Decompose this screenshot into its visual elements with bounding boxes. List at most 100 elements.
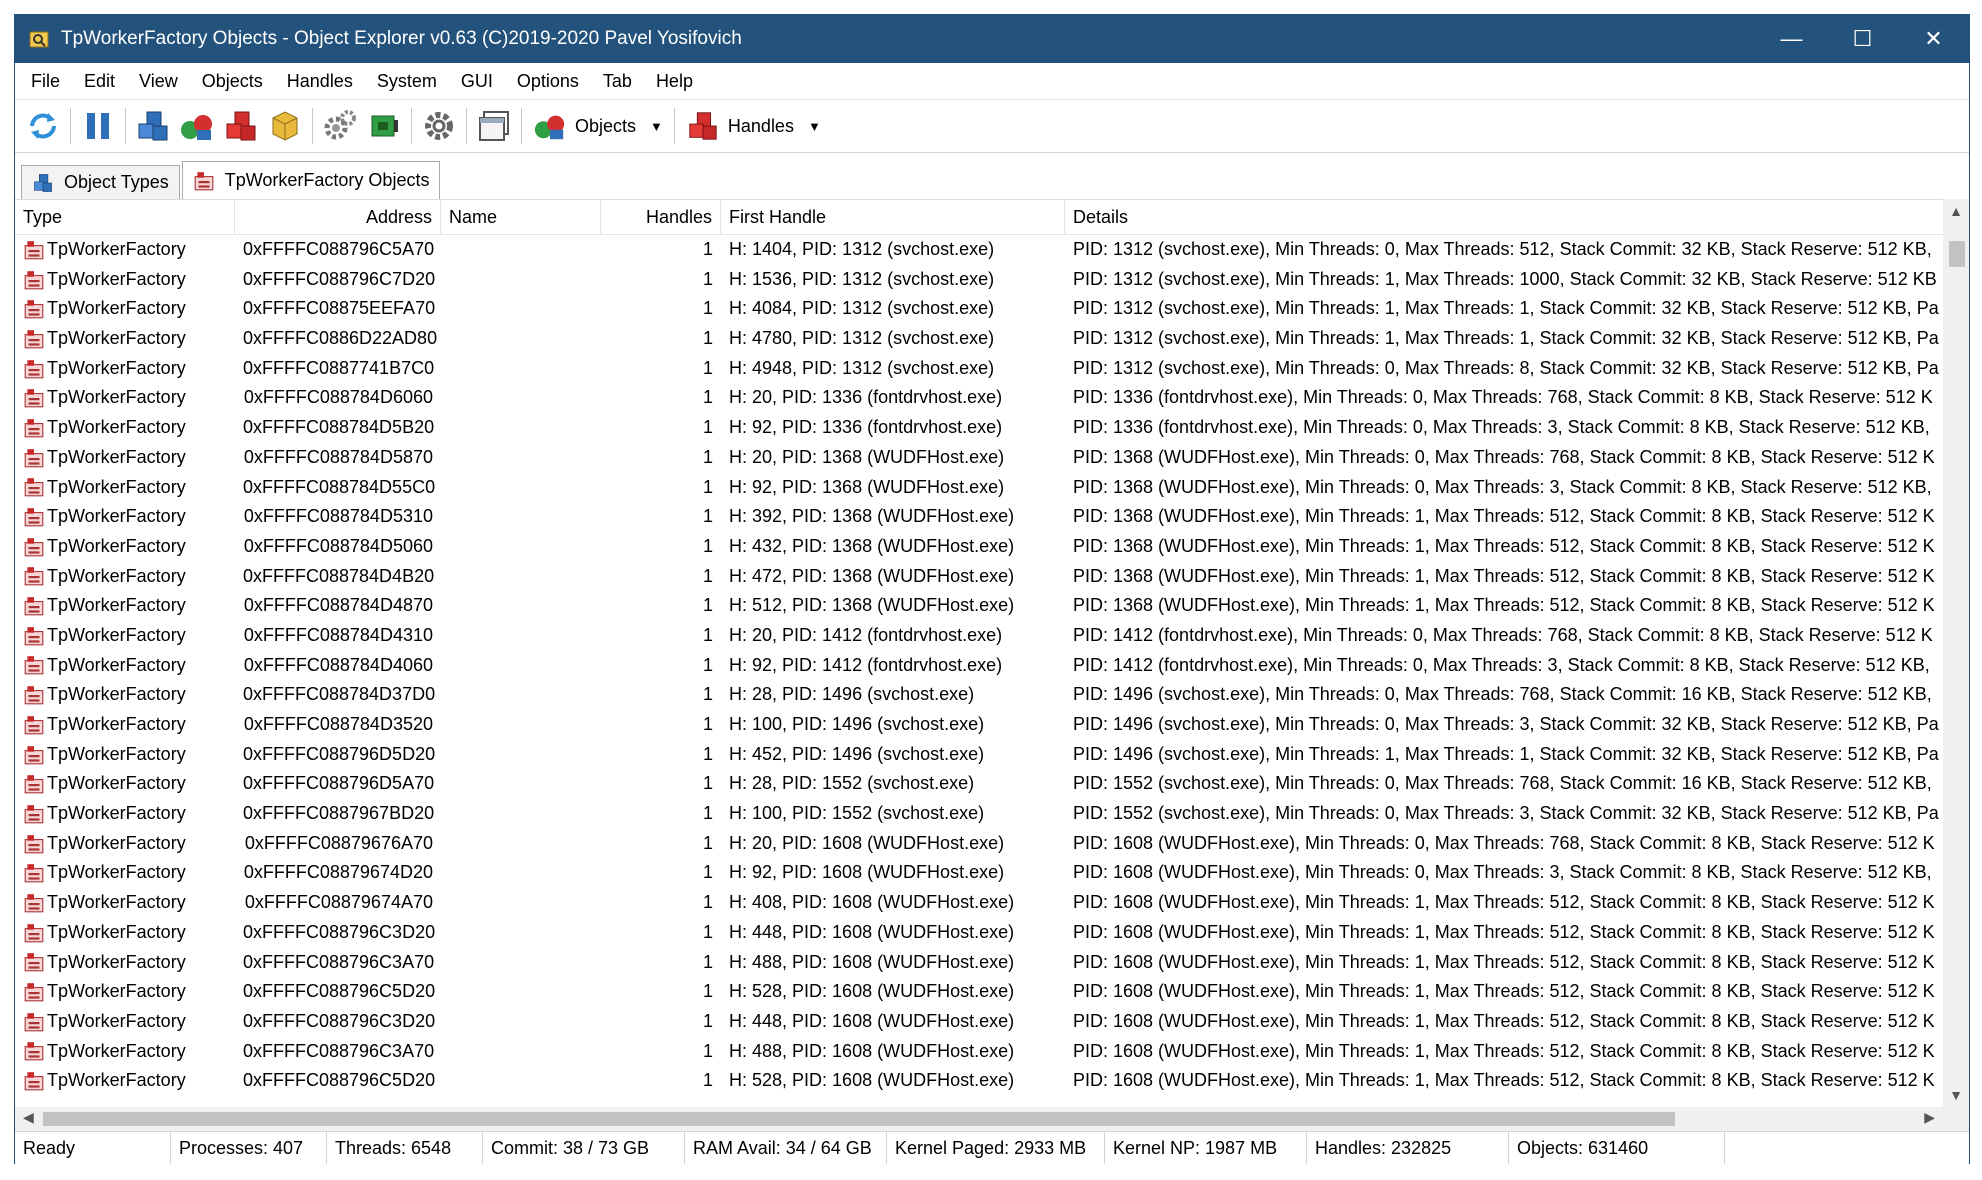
table-row[interactable]: TpWorkerFactory 0xFFFFC0887741B7C0 1 H: 494… (15, 354, 1943, 384)
worker-factory-icon (24, 775, 44, 794)
title-bar[interactable]: TpWorkerFactory Objects - Object Explore… (15, 15, 1969, 63)
menu-edit[interactable]: Edit (74, 71, 125, 92)
refresh-button[interactable] (21, 104, 65, 148)
cell-handles: 1 (702, 387, 713, 408)
close-button[interactable]: ✕ (1898, 15, 1969, 63)
table-row[interactable]: TpWorkerFactory 0xFFFFC088784D6060 1 H: 20,… (15, 383, 1943, 413)
object-types-button[interactable] (131, 104, 175, 148)
table-row[interactable]: TpWorkerFactory 0xFFFFC088784D5060 1 H: 432… (15, 532, 1943, 562)
menu-objects[interactable]: Objects (192, 71, 273, 92)
table-row[interactable]: TpWorkerFactory 0xFFFFC088784D3520 1 H: 100… (15, 710, 1943, 740)
cell-address: 0xFFFFC088784D4B20 (243, 565, 435, 586)
cell-first-handle: H: 92, PID: 1368 (WUDFHost.exe) (729, 476, 1005, 497)
column-header-details[interactable]: Details (1065, 200, 1943, 234)
menu-options[interactable]: Options (507, 71, 589, 92)
menu-gui[interactable]: GUI (451, 71, 503, 92)
table-row[interactable]: TpWorkerFactory 0xFFFFC0887967BD20 1 H: 100… (15, 799, 1943, 829)
table-row[interactable]: TpWorkerFactory 0xFFFFC088784D55C0 1 H: 92,… (15, 473, 1943, 503)
column-header-type[interactable]: Type (15, 200, 235, 234)
tab-strip: Object Types TpWorkerFactory Objects (15, 161, 1969, 199)
table-row[interactable]: TpWorkerFactory 0xFFFFC088796D5D20 1 H: 452… (15, 740, 1943, 770)
table-row[interactable]: TpWorkerFactory 0xFFFFC088784D4310 1 H: 20,… (15, 621, 1943, 651)
gears-icon (324, 110, 356, 140)
menu-system[interactable]: System (367, 71, 447, 92)
worker-factory-icon (24, 597, 44, 616)
services-button[interactable] (318, 104, 362, 148)
table-row[interactable]: TpWorkerFactory 0xFFFFC088796C3A70 1 H: 488… (15, 1037, 1943, 1067)
cell-type-text: TpWorkerFactory (47, 595, 186, 616)
cell-type: TpWorkerFactory (15, 710, 235, 740)
tab-tpworkerfactory-objects[interactable]: TpWorkerFactory Objects (181, 161, 441, 199)
minimize-button[interactable]: — (1756, 15, 1827, 63)
cell-handles: 1 (702, 298, 713, 319)
menu-tab[interactable]: Tab (593, 71, 642, 92)
menu-handles[interactable]: Handles (277, 71, 363, 92)
table-row[interactable]: TpWorkerFactory 0xFFFFC08879674D20 1 H: 92,… (15, 858, 1943, 888)
column-header-handles[interactable]: Handles (601, 200, 721, 234)
table-row[interactable]: TpWorkerFactory 0xFFFFC088796C5D20 1 H: 528… (15, 1066, 1943, 1096)
cell-type: TpWorkerFactory (15, 740, 235, 770)
table-row[interactable]: TpWorkerFactory 0xFFFFC088796C3D20 1 H: 448… (15, 918, 1943, 948)
cell-type-text: TpWorkerFactory (47, 714, 186, 734)
table-row[interactable]: TpWorkerFactory 0xFFFFC088784D4060 1 H: 92,… (15, 651, 1943, 681)
worker-factory-icon (24, 1042, 44, 1061)
column-header-name[interactable]: Name (441, 200, 601, 234)
table-row[interactable]: TpWorkerFactory 0xFFFFC088784D4870 1 H: 512… (15, 591, 1943, 621)
table-row[interactable]: TpWorkerFactory 0xFFFFC088796D5A70 1 H: 28,… (15, 769, 1943, 799)
horizontal-scroll-thumb[interactable] (43, 1112, 1675, 1126)
table-row[interactable]: TpWorkerFactory 0xFFFFC088784D37D0 1 H: 28,… (15, 680, 1943, 710)
red-cubes-button[interactable] (219, 104, 263, 148)
tab-object-types[interactable]: Object Types (21, 165, 180, 199)
drivers-button[interactable] (362, 104, 406, 148)
menu-help[interactable]: Help (646, 71, 703, 92)
table-row[interactable]: TpWorkerFactory 0xFFFFC088784D5B20 1 H: 92,… (15, 413, 1943, 443)
table-row[interactable]: TpWorkerFactory 0xFFFFC088796C5D20 1 H: 528… (15, 977, 1943, 1007)
table-row[interactable]: TpWorkerFactory 0xFFFFC08879676A70 1 H: 20,… (15, 829, 1943, 859)
cell-handles: 1 (702, 981, 713, 1002)
cell-type-text: TpWorkerFactory (47, 1070, 186, 1091)
cell-type: TpWorkerFactory (15, 918, 235, 948)
table-row[interactable]: TpWorkerFactory 0xFFFFC088796C3D20 1 H: 448… (15, 1007, 1943, 1037)
scroll-up-icon[interactable]: ▲ (1943, 203, 1969, 219)
cell-first-handle: H: 92, PID: 1608 (WUDFHost.exe) (729, 862, 1005, 883)
scroll-right-icon[interactable]: ▶ (1924, 1109, 1935, 1126)
table-row[interactable]: TpWorkerFactory 0xFFFFC088796C5A70 1 H: 140… (15, 235, 1943, 265)
column-header-address[interactable]: Address (235, 200, 441, 234)
settings-button[interactable] (417, 104, 461, 148)
box-button[interactable] (263, 104, 307, 148)
table-row[interactable]: TpWorkerFactory 0xFFFFC088784D5870 1 H: 20,… (15, 443, 1943, 473)
cell-handles: 1 (702, 832, 713, 853)
table-row[interactable]: TpWorkerFactory 0xFFFFC0886D22AD80 1 H: 478… (15, 324, 1943, 354)
cell-handles: 1 (702, 743, 713, 764)
cell-first-handle: H: 408, PID: 1608 (WUDFHost.exe) (729, 892, 1015, 913)
cell-type-text: TpWorkerFactory (47, 476, 186, 497)
menu-file[interactable]: File (21, 71, 70, 92)
table-row[interactable]: TpWorkerFactory 0xFFFFC088784D5310 1 H: 392… (15, 502, 1943, 532)
maximize-button[interactable]: ☐ (1827, 15, 1898, 63)
table-row[interactable]: TpWorkerFactory 0xFFFFC088796C7D20 1 H: 153… (15, 265, 1943, 295)
status-objects: Objects: 631460 (1509, 1132, 1725, 1164)
table-row[interactable]: TpWorkerFactory 0xFFFFC088784D4B20 1 H: 472… (15, 562, 1943, 592)
objects-shapes-button[interactable] (175, 104, 219, 148)
pause-button[interactable] (76, 104, 120, 148)
objects-dropdown-button[interactable]: Objects ▼ (527, 104, 669, 148)
horizontal-scrollbar[interactable]: ◀ ▶ (15, 1107, 1943, 1131)
status-kernel-paged: Kernel Paged: 2933 MB (887, 1132, 1105, 1164)
menu-view[interactable]: View (129, 71, 188, 92)
vertical-scroll-thumb[interactable] (1949, 241, 1965, 267)
handles-dropdown-button[interactable]: Handles ▼ (680, 104, 827, 148)
scroll-down-icon[interactable]: ▼ (1943, 1087, 1969, 1103)
cell-details: PID: 1608 (WUDFHost.exe), Min Threads: 1… (1073, 1040, 1935, 1061)
vertical-scrollbar[interactable]: ▲ ▼ (1943, 199, 1969, 1107)
scroll-left-icon[interactable]: ◀ (23, 1109, 34, 1126)
table-row[interactable]: TpWorkerFactory 0xFFFFC08879674A70 1 H: 408… (15, 888, 1943, 918)
table-row[interactable]: TpWorkerFactory 0xFFFFC08875EEFA70 1 H: 408… (15, 294, 1943, 324)
cell-first-handle: H: 4780, PID: 1312 (svchost.exe) (729, 328, 995, 349)
table-row[interactable]: TpWorkerFactory 0xFFFFC088796C3A70 1 H: 488… (15, 948, 1943, 978)
column-header-first-handle[interactable]: First Handle (721, 200, 1065, 234)
objects-list[interactable]: Type Address Name Handles First Handle D… (15, 199, 1943, 1108)
windows-button[interactable] (472, 104, 516, 148)
cell-type-text: TpWorkerFactory (47, 328, 186, 349)
cell-address: 0xFFFFC088796C5D20 (243, 981, 436, 1002)
cell-handles: 1 (702, 862, 713, 883)
